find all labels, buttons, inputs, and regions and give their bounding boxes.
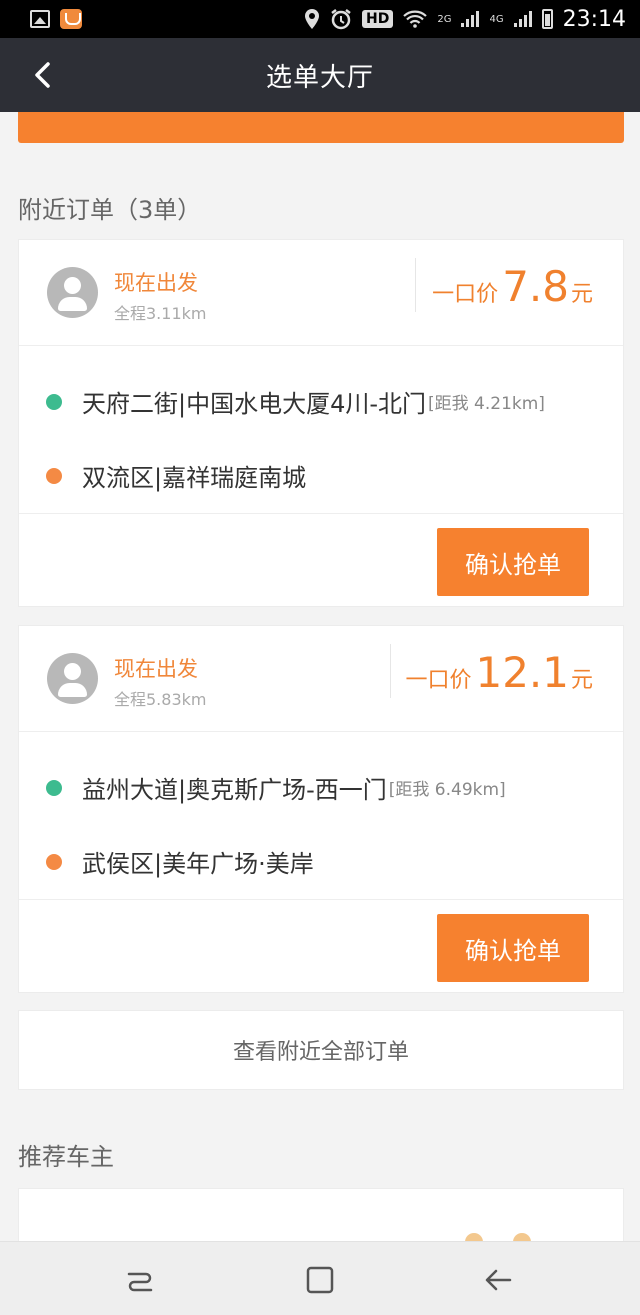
pickup-address: 天府二街|中国水电大厦4川-北门 [82, 390, 427, 418]
dropoff-dot-icon [46, 467, 62, 484]
price-unit: 元 [570, 668, 593, 693]
recent-apps-icon [127, 1272, 153, 1292]
confirm-grab-button[interactable]: 确认抢单 [437, 528, 589, 596]
order-card: 现在出发 全程3.11km 一口价 7.8 元 天府二街|中国水电大厦4川-北门… [18, 239, 624, 607]
gallery-icon [30, 10, 50, 28]
departure-time: 现在出发 [114, 657, 198, 681]
avatar [47, 653, 98, 704]
back-arrow-icon [485, 1269, 512, 1291]
price: 一口价 7.8 元 [432, 262, 593, 311]
pickup-row: 益州大道|奥克斯广场-西一门 [距我 6.49km] [19, 770, 506, 805]
wifi-icon [403, 10, 428, 28]
hd-badge: HD [362, 10, 394, 28]
dropoff-dot-icon [46, 853, 62, 870]
pickup-row: 天府二街|中国水电大厦4川-北门 [距我 4.21km] [19, 384, 545, 419]
home-button[interactable] [300, 1260, 340, 1300]
avatar [47, 267, 98, 318]
departure-time: 现在出发 [114, 271, 198, 295]
order-card: 现在出发 全程5.83km 一口价 12.1 元 益州大道|奥克斯广场-西一门 … [18, 625, 624, 993]
app-bar: 选单大厅 [0, 38, 640, 112]
recommend-card[interactable] [18, 1188, 624, 1248]
status-bar: HD 2G 4G 23:14 [0, 0, 640, 38]
price-prefix: 一口价 [405, 668, 472, 693]
order-header: 现在出发 全程5.83km 一口价 12.1 元 [19, 626, 623, 732]
price: 一口价 12.1 元 [405, 648, 593, 697]
divider [390, 644, 391, 698]
recent-apps-button[interactable] [120, 1260, 160, 1300]
system-nav-bar [0, 1241, 640, 1315]
network-4g-label: 4G [489, 13, 504, 25]
location-icon [305, 9, 319, 29]
battery-icon [541, 9, 553, 29]
nearby-orders-title: 附近订单（3单） [18, 196, 202, 224]
dropoff-row: 双流区|嘉祥瑞庭南城 [19, 458, 306, 493]
top-action-button[interactable] [18, 112, 624, 143]
recommend-title: 推荐车主 [18, 1143, 114, 1171]
status-time: 23:14 [562, 6, 626, 32]
trip-distance: 全程5.83km [114, 690, 207, 709]
order-footer: 确认抢单 [19, 514, 623, 606]
trip-distance: 全程3.11km [114, 304, 207, 323]
dropoff-address: 双流区|嘉祥瑞庭南城 [82, 464, 307, 492]
order-footer: 确认抢单 [19, 900, 623, 992]
price-prefix: 一口价 [432, 282, 499, 307]
signal-icon [513, 11, 532, 27]
price-value: 7.8 [502, 262, 569, 311]
chevron-left-icon [35, 62, 50, 88]
back-button[interactable] [26, 58, 60, 92]
pickup-dot-icon [46, 393, 62, 410]
distance-from-me: [距我 6.49km] [388, 780, 506, 800]
pickup-address: 益州大道|奥克斯广场-西一门 [82, 776, 387, 804]
back-nav-button[interactable] [478, 1260, 518, 1300]
home-icon [306, 1266, 334, 1294]
price-value: 12.1 [475, 648, 569, 697]
dropoff-row: 武侯区|美年广场·美岸 [19, 844, 314, 879]
price-unit: 元 [570, 282, 593, 307]
view-all-nearby-orders-link[interactable]: 查看附近全部订单 [18, 1010, 624, 1090]
alarm-icon [331, 9, 351, 30]
confirm-grab-button[interactable]: 确认抢单 [437, 914, 589, 982]
pickup-dot-icon [46, 779, 62, 796]
order-header: 现在出发 全程3.11km 一口价 7.8 元 [19, 240, 623, 346]
divider [415, 258, 416, 312]
distance-from-me: [距我 4.21km] [428, 394, 545, 414]
app-notification-icon [60, 9, 82, 29]
dropoff-address: 武侯区|美年广场·美岸 [82, 850, 314, 878]
page-title: 选单大厅 [265, 62, 374, 93]
network-2g-label: 2G [437, 13, 452, 25]
route: 天府二街|中国水电大厦4川-北门 [距我 4.21km] 双流区|嘉祥瑞庭南城 [19, 346, 623, 514]
signal-icon [461, 11, 480, 27]
route: 益州大道|奥克斯广场-西一门 [距我 6.49km] 武侯区|美年广场·美岸 [19, 732, 623, 900]
